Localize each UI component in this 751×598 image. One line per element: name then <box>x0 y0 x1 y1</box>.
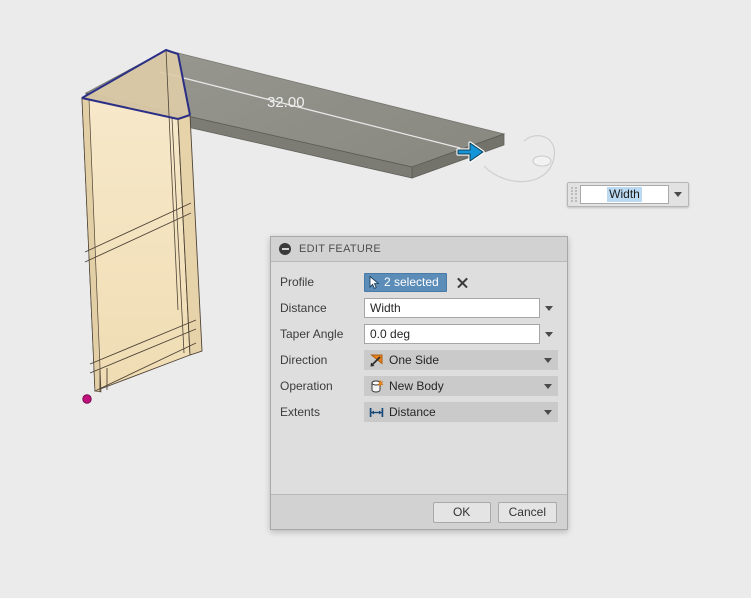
operation-value: New Body <box>389 379 444 393</box>
chevron-down-icon <box>674 192 682 197</box>
distance-input[interactable]: Width <box>364 298 540 318</box>
chevron-down-icon <box>544 383 552 389</box>
leader-node <box>532 155 552 167</box>
label-direction: Direction <box>280 353 328 367</box>
profile-chip-label: 2 selected <box>384 275 439 289</box>
close-x-icon[interactable] <box>456 276 469 289</box>
drag-grip-icon[interactable] <box>570 185 579 204</box>
extents-value: Distance <box>389 405 436 419</box>
origin-point[interactable] <box>82 394 92 404</box>
chevron-down-icon <box>544 357 552 363</box>
collapse-minus-icon[interactable] <box>279 243 291 255</box>
cursor-select-icon <box>369 275 380 289</box>
row-taper-angle: Taper Angle 0.0 deg <box>280 321 558 347</box>
edit-feature-dialog[interactable]: EDIT FEATURE Profile 2 selected Distance… <box>270 236 568 530</box>
direction-value: One Side <box>389 353 440 367</box>
cancel-button[interactable]: Cancel <box>497 501 557 523</box>
label-profile: Profile <box>280 275 315 289</box>
direction-one-side-icon <box>368 352 384 368</box>
label-extents: Extents <box>280 405 321 419</box>
new-body-icon <box>368 378 384 394</box>
operation-dropdown-button[interactable] <box>544 383 554 389</box>
chevron-down-icon <box>544 409 552 415</box>
row-direction: Direction One Side <box>280 347 558 373</box>
label-operation: Operation <box>280 379 333 393</box>
dimension-value-label: 32.00 <box>267 94 305 111</box>
floating-value-text: Width <box>607 187 642 202</box>
operation-select[interactable]: New Body <box>364 376 558 396</box>
direction-select[interactable]: One Side <box>364 350 558 370</box>
row-distance: Distance Width <box>280 295 558 321</box>
profile-selection-chip[interactable]: 2 selected <box>364 272 447 292</box>
floating-value-input[interactable]: Width <box>567 182 689 207</box>
floating-dropdown-button[interactable] <box>670 185 686 204</box>
chevron-down-icon <box>545 305 553 311</box>
extents-distance-icon <box>368 404 384 420</box>
extents-select[interactable]: Distance <box>364 402 558 422</box>
dialog-body: Profile 2 selected Distance Width Taper … <box>271 262 567 494</box>
label-taper-angle: Taper Angle <box>280 327 344 341</box>
label-distance: Distance <box>280 301 327 315</box>
dialog-footer: OK Cancel <box>271 494 567 529</box>
dialog-title: EDIT FEATURE <box>299 243 382 255</box>
extents-dropdown-button[interactable] <box>544 409 554 415</box>
direction-dropdown-button[interactable] <box>544 357 554 363</box>
row-extents: Extents Distance <box>280 399 558 425</box>
row-operation: Operation New Body <box>280 373 558 399</box>
distance-dropdown-button[interactable] <box>540 298 558 318</box>
taper-angle-dropdown-button[interactable] <box>540 324 558 344</box>
dialog-title-bar[interactable]: EDIT FEATURE <box>271 237 567 262</box>
floating-value-field[interactable]: Width <box>580 185 669 204</box>
row-profile: Profile 2 selected <box>280 269 558 295</box>
taper-angle-input[interactable]: 0.0 deg <box>364 324 540 344</box>
chevron-down-icon <box>545 331 553 337</box>
ok-button[interactable]: OK <box>432 501 491 523</box>
